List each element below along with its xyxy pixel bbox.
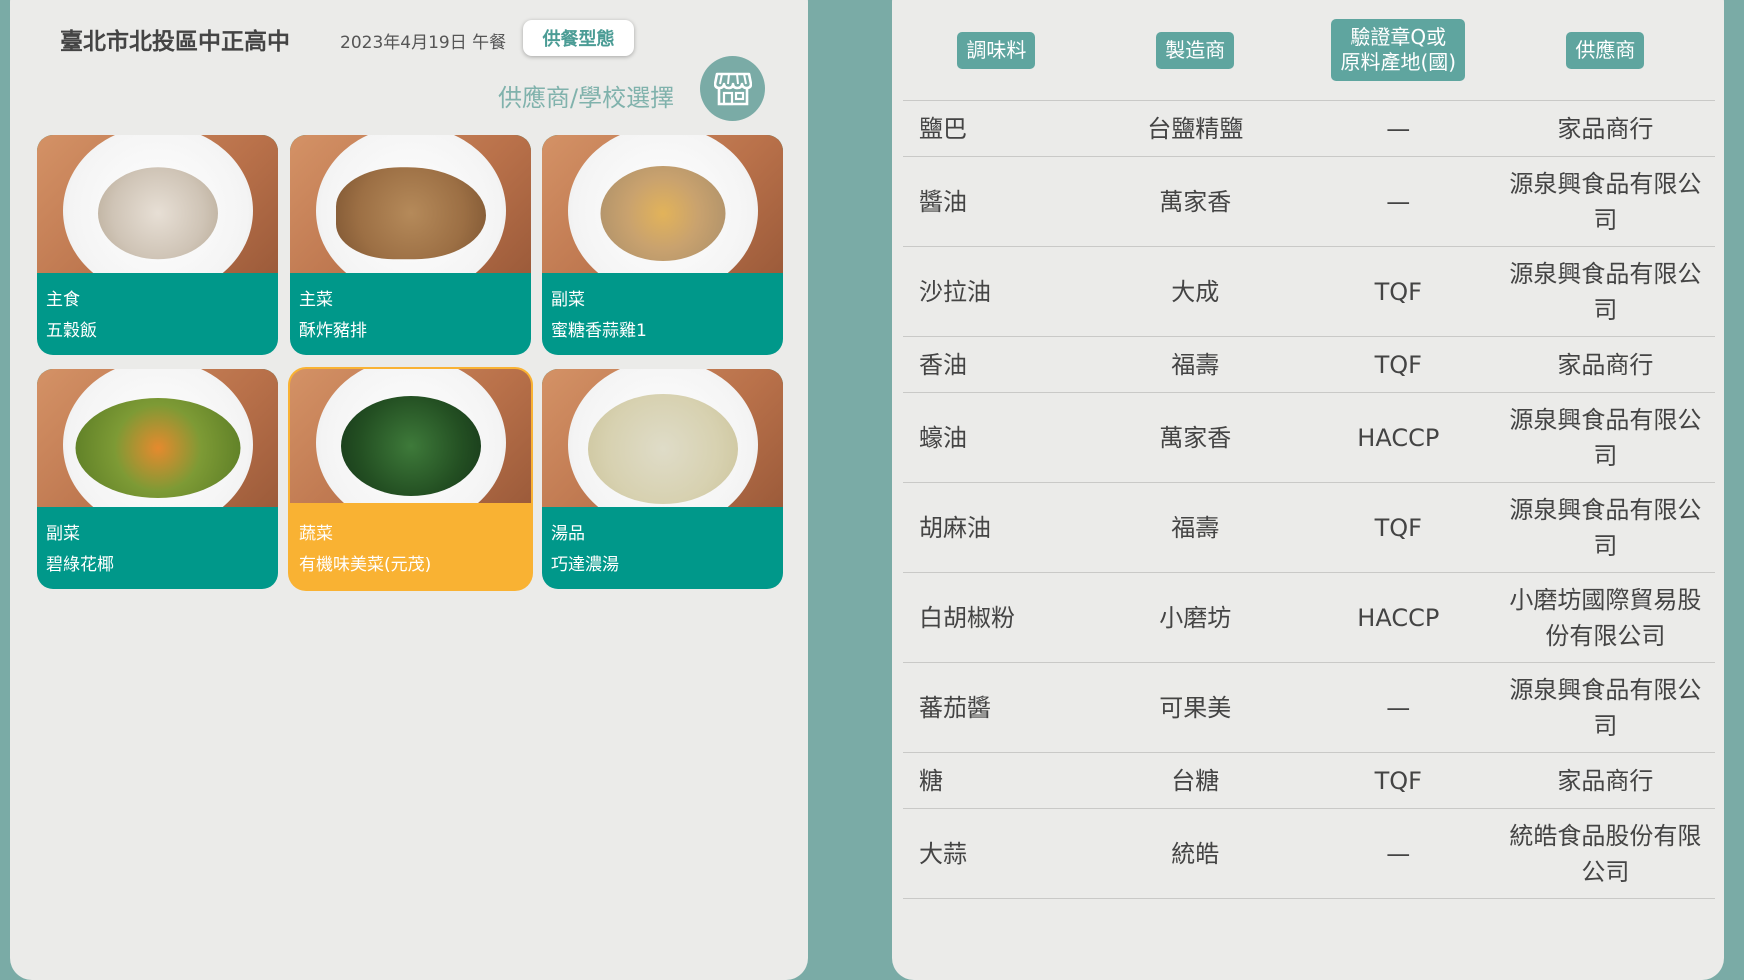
cell-certification: — <box>1300 808 1496 899</box>
cell-seasoning: 鹽巴 <box>903 100 1090 157</box>
store-icon <box>713 72 752 105</box>
cell-supplier: 源泉興食品有限公司 <box>1495 156 1715 247</box>
dish-category: 湯品 <box>551 524 585 544</box>
dish-card[interactable]: 湯品 巧達濃湯 <box>542 369 783 589</box>
cell-certification: HACCP <box>1300 572 1496 663</box>
cell-seasoning: 白胡椒粉 <box>903 572 1090 663</box>
cell-manufacturer: 台糖 <box>1089 752 1301 809</box>
cell-seasoning: 大蒜 <box>903 808 1090 899</box>
dish-card[interactable]: 蔬菜 有機味美菜(元茂) <box>290 369 531 589</box>
meal-date: 2023年4月19日 午餐 <box>340 33 507 53</box>
table-row: 胡麻油 福壽 TQF 源泉興食品有限公司 <box>903 482 1715 573</box>
cell-supplier: 源泉興食品有限公司 <box>1495 392 1715 483</box>
dish-category: 蔬菜 <box>299 524 333 544</box>
cell-manufacturer: 福壽 <box>1089 336 1301 393</box>
dish-category: 副菜 <box>551 290 585 310</box>
seasoning-table: 調味料 製造商 驗證章Q或 原料產地(國) 供應商 鹽巴 台鹽精鹽 — 家品商行… <box>903 0 1715 899</box>
cell-manufacturer: 萬家香 <box>1089 392 1301 483</box>
dish-name: 蜜糖香蒜雞1 <box>551 321 647 341</box>
cell-certification: TQF <box>1300 482 1496 573</box>
table-row: 白胡椒粉 小磨坊 HACCP 小磨坊國際貿易股份有限公司 <box>903 572 1715 663</box>
dish-card[interactable]: 主菜 酥炸豬排 <box>290 135 531 355</box>
cell-certification: TQF <box>1300 246 1496 337</box>
header-manufacturer: 製造商 <box>1156 31 1235 69</box>
dish-name: 酥炸豬排 <box>299 321 367 341</box>
dish-name: 五穀飯 <box>46 321 97 341</box>
cell-manufacturer: 萬家香 <box>1089 156 1301 247</box>
dish-name: 巧達濃湯 <box>551 555 619 575</box>
dish-photo-broccoli <box>37 369 278 507</box>
table-row: 大蒜 統皓 — 統皓食品股份有限公司 <box>903 808 1715 899</box>
dish-category: 主菜 <box>299 290 333 310</box>
cell-seasoning: 醬油 <box>903 156 1090 247</box>
cell-supplier: 家品商行 <box>1495 752 1715 809</box>
cell-supplier: 小磨坊國際貿易股份有限公司 <box>1495 572 1715 663</box>
meal-type-button[interactable]: 供餐型態 <box>523 20 634 56</box>
dish-photo-garlic-chicken <box>542 135 783 273</box>
cell-seasoning: 沙拉油 <box>903 246 1090 337</box>
dish-card[interactable]: 主食 五穀飯 <box>37 135 278 355</box>
cell-certification: — <box>1300 662 1496 753</box>
cell-seasoning: 蠔油 <box>903 392 1090 483</box>
dish-name: 有機味美菜(元茂) <box>299 555 432 575</box>
cell-manufacturer: 統皓 <box>1089 808 1301 899</box>
table-row: 蕃茄醬 可果美 — 源泉興食品有限公司 <box>903 662 1715 753</box>
cell-manufacturer: 可果美 <box>1089 662 1301 753</box>
cell-supplier: 源泉興食品有限公司 <box>1495 482 1715 573</box>
header-certification: 驗證章Q或 原料產地(國) <box>1331 19 1466 81</box>
cell-seasoning: 胡麻油 <box>903 482 1090 573</box>
cell-manufacturer: 大成 <box>1089 246 1301 337</box>
cell-seasoning: 蕃茄醬 <box>903 662 1090 753</box>
cell-manufacturer: 台鹽精鹽 <box>1089 100 1301 157</box>
header-seasoning: 調味料 <box>957 31 1036 69</box>
table-row: 蠔油 萬家香 HACCP 源泉興食品有限公司 <box>903 392 1715 483</box>
header-supplier: 供應商 <box>1566 31 1645 69</box>
dish-card[interactable]: 副菜 蜜糖香蒜雞1 <box>542 135 783 355</box>
cell-certification: TQF <box>1300 336 1496 393</box>
cell-seasoning: 糖 <box>903 752 1090 809</box>
table-row: 沙拉油 大成 TQF 源泉興食品有限公司 <box>903 246 1715 337</box>
table-row: 鹽巴 台鹽精鹽 — 家品商行 <box>903 100 1715 157</box>
cell-manufacturer: 小磨坊 <box>1089 572 1301 663</box>
supplier-school-select-link[interactable]: 供應商/學校選擇 <box>498 78 674 113</box>
cell-supplier: 家品商行 <box>1495 100 1715 157</box>
dish-photo-chowder <box>542 369 783 507</box>
cell-supplier: 家品商行 <box>1495 336 1715 393</box>
cell-supplier: 源泉興食品有限公司 <box>1495 246 1715 337</box>
cell-certification: HACCP <box>1300 392 1496 483</box>
cell-certification: — <box>1300 156 1496 247</box>
dish-name: 碧綠花椰 <box>46 555 114 575</box>
cell-seasoning: 香油 <box>903 336 1090 393</box>
table-row: 香油 福壽 TQF 家品商行 <box>903 336 1715 393</box>
dish-card[interactable]: 副菜 碧綠花椰 <box>37 369 278 589</box>
cell-certification: TQF <box>1300 752 1496 809</box>
dish-category: 副菜 <box>46 524 80 544</box>
dish-photo-pork-chop <box>290 135 531 273</box>
dish-category: 主食 <box>46 290 80 310</box>
table-row: 醬油 萬家香 — 源泉興食品有限公司 <box>903 156 1715 247</box>
table-row: 糖 台糖 TQF 家品商行 <box>903 752 1715 809</box>
cell-supplier: 統皓食品股份有限公司 <box>1495 808 1715 899</box>
cell-supplier: 源泉興食品有限公司 <box>1495 662 1715 753</box>
cell-manufacturer: 福壽 <box>1089 482 1301 573</box>
supplier-select-button[interactable] <box>700 56 765 121</box>
dish-photo-rice <box>37 135 278 273</box>
school-name: 臺北市北投區中正高中 <box>60 29 290 55</box>
dish-photo-greens <box>290 369 531 503</box>
cell-certification: — <box>1300 100 1496 157</box>
